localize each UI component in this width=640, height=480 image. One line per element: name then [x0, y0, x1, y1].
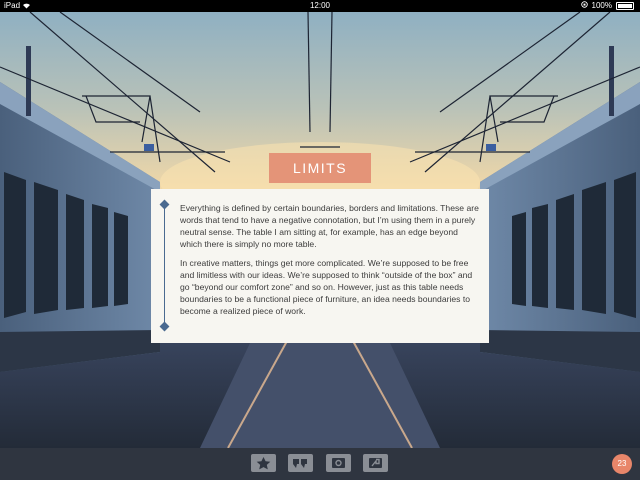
article-body: Everything is defined by certain boundar…	[180, 202, 480, 324]
paragraph: In creative matters, things get more com…	[180, 257, 473, 317]
bottom-toolbar: 23	[0, 448, 640, 480]
article-title: LIMITS	[269, 153, 371, 183]
rule-diamond-bottom	[159, 321, 170, 332]
rule-diamond-top	[159, 199, 170, 210]
quote-button[interactable]	[288, 454, 313, 472]
page-count-badge[interactable]: 23	[612, 454, 632, 474]
orientation-lock-icon	[580, 0, 588, 12]
favorite-button[interactable]	[251, 454, 276, 472]
status-time: 12:00	[309, 1, 331, 10]
status-right: 100%	[580, 0, 634, 12]
status-bar: iPad 12:00 100%	[0, 0, 640, 12]
paragraph: Everything is defined by certain boundar…	[180, 203, 479, 250]
card-rule	[164, 205, 165, 329]
battery-percentage: 100%	[591, 1, 612, 10]
battery-icon	[616, 2, 634, 10]
text-card: Everything is defined by certain boundar…	[151, 189, 489, 343]
share-button[interactable]	[363, 454, 388, 472]
camera-button[interactable]	[326, 454, 351, 472]
